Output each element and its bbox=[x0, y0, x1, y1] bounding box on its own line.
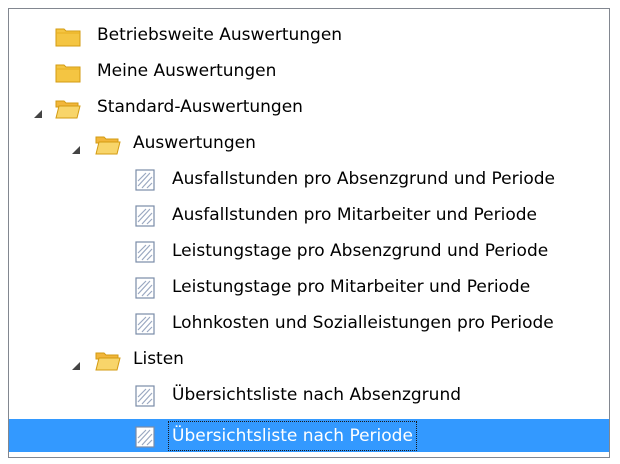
tree-item-label: Auswertungen bbox=[133, 133, 256, 153]
tree-item-label: Lohnkosten und Sozialleistungen pro Peri… bbox=[172, 313, 554, 333]
folder-open-icon bbox=[55, 96, 81, 119]
tree-item-label: Ausfallstunden pro Absenzgrund und Perio… bbox=[172, 169, 555, 189]
folder-open-icon bbox=[95, 132, 121, 155]
tree-item-label: Leistungstage pro Absenzgrund und Period… bbox=[172, 241, 549, 261]
folder-icon bbox=[55, 24, 81, 47]
report-icon bbox=[135, 168, 155, 191]
tree-item-label: Übersichtsliste nach Absenzgrund bbox=[172, 385, 462, 405]
report-icon bbox=[135, 384, 155, 407]
tree-item-label: Leistungstage pro Mitarbeiter und Period… bbox=[172, 277, 531, 297]
tree-item-label: Übersichtsliste nach Periode bbox=[168, 421, 417, 451]
report-icon bbox=[135, 240, 155, 263]
expanded-arrow-icon[interactable] bbox=[69, 351, 85, 370]
report-icon bbox=[135, 276, 155, 299]
tree-item-label: Meine Auswertungen bbox=[97, 61, 277, 81]
folder-open-icon bbox=[95, 348, 121, 371]
report-icon bbox=[135, 425, 155, 448]
expanded-arrow-icon[interactable] bbox=[69, 135, 85, 154]
folder-icon bbox=[55, 60, 81, 83]
tree-item-label: Betriebsweite Auswertungen bbox=[97, 25, 343, 45]
report-icon bbox=[135, 312, 155, 335]
tree-item-label: Standard-Auswertungen bbox=[97, 97, 303, 117]
tree-item-label: Listen bbox=[133, 349, 184, 369]
report-icon bbox=[135, 204, 155, 227]
tree-view: Betriebsweite Auswertungen Meine Auswert… bbox=[8, 8, 610, 458]
tree-item-label: Ausfallstunden pro Mitarbeiter und Perio… bbox=[172, 205, 537, 225]
expanded-arrow-icon[interactable] bbox=[31, 99, 47, 118]
